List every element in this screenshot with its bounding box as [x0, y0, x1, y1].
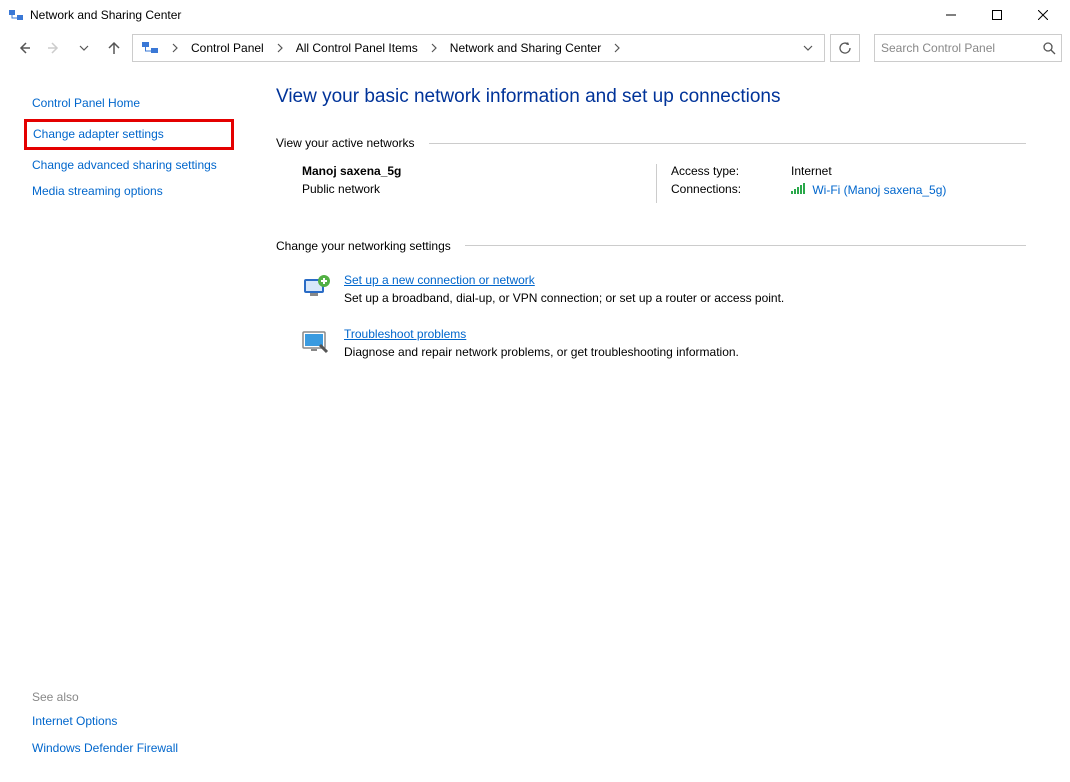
up-button[interactable]	[102, 36, 126, 60]
recent-locations-button[interactable]	[72, 36, 96, 60]
section-label: Change your networking settings	[276, 239, 451, 253]
setup-connection-link[interactable]: Set up a new connection or network	[344, 273, 784, 287]
app-icon	[8, 7, 24, 23]
see-also-internet-options[interactable]: Internet Options	[32, 708, 226, 735]
change-settings-header: Change your networking settings	[276, 239, 1026, 253]
divider	[465, 245, 1026, 246]
see-also-windows-defender-firewall[interactable]: Windows Defender Firewall	[32, 735, 226, 762]
sidebar-change-adapter-settings[interactable]: Change adapter settings	[33, 126, 225, 143]
active-networks-header: View your active networks	[276, 136, 1026, 150]
active-networks-panel: Manoj saxena_5g Public network Access ty…	[276, 164, 1026, 203]
page-title: View your basic network information and …	[276, 86, 1026, 108]
sidebar: Control Panel Home Change adapter settin…	[0, 66, 246, 782]
back-button[interactable]	[12, 36, 36, 60]
breadcrumb-network-sharing[interactable]: Network and Sharing Center	[446, 39, 605, 57]
see-also-label: See also	[32, 684, 226, 708]
arrow-left-icon	[16, 40, 32, 56]
refresh-icon	[838, 41, 852, 55]
main-content: View your basic network information and …	[246, 66, 1070, 782]
maximize-icon	[992, 10, 1002, 20]
arrow-right-icon	[46, 40, 62, 56]
address-icon	[141, 39, 159, 57]
setup-connection-item: Set up a new connection or network Set u…	[276, 267, 1026, 321]
arrow-up-icon	[106, 40, 122, 56]
divider	[656, 164, 657, 203]
close-button[interactable]	[1020, 0, 1066, 30]
search-box[interactable]	[874, 34, 1062, 62]
divider	[429, 143, 1026, 144]
sidebar-control-panel-home[interactable]: Control Panel Home	[32, 90, 226, 117]
connections-label: Connections:	[671, 182, 763, 199]
address-dropdown-button[interactable]	[796, 43, 820, 53]
chevron-down-icon	[79, 43, 89, 53]
search-input[interactable]	[881, 41, 1036, 55]
troubleshoot-link[interactable]: Troubleshoot problems	[344, 327, 739, 341]
highlight-box: Change adapter settings	[24, 119, 234, 150]
forward-button[interactable]	[42, 36, 66, 60]
breadcrumb-all-items[interactable]: All Control Panel Items	[292, 39, 422, 57]
maximize-button[interactable]	[974, 0, 1020, 30]
close-icon	[1038, 10, 1048, 20]
connection-link[interactable]: Wi-Fi (Manoj saxena_5g)	[812, 178, 946, 202]
minimize-button[interactable]	[928, 0, 974, 30]
chevron-right-icon[interactable]	[272, 43, 288, 53]
minimize-icon	[946, 10, 956, 20]
troubleshoot-icon	[300, 327, 332, 359]
window-title: Network and Sharing Center	[30, 8, 181, 22]
troubleshoot-desc: Diagnose and repair network problems, or…	[344, 345, 739, 359]
chevron-right-icon[interactable]	[167, 43, 183, 53]
sidebar-change-advanced-sharing[interactable]: Change advanced sharing settings	[32, 152, 226, 179]
address-bar[interactable]: Control Panel All Control Panel Items Ne…	[132, 34, 825, 62]
chevron-right-icon[interactable]	[609, 43, 625, 53]
breadcrumb-control-panel[interactable]: Control Panel	[187, 39, 268, 57]
nav-bar: Control Panel All Control Panel Items Ne…	[0, 30, 1070, 66]
refresh-button[interactable]	[830, 34, 860, 62]
access-type-label: Access type:	[671, 164, 763, 178]
setup-connection-desc: Set up a broadband, dial-up, or VPN conn…	[344, 291, 784, 305]
network-name: Manoj saxena_5g	[302, 164, 642, 178]
troubleshoot-item: Troubleshoot problems Diagnose and repai…	[276, 321, 1026, 375]
section-label: View your active networks	[276, 136, 415, 150]
wifi-signal-icon	[791, 182, 805, 194]
sidebar-media-streaming-options[interactable]: Media streaming options	[32, 178, 226, 205]
access-type-value: Internet	[791, 164, 832, 178]
setup-connection-icon	[300, 273, 332, 305]
chevron-right-icon[interactable]	[426, 43, 442, 53]
network-type: Public network	[302, 182, 642, 196]
search-icon[interactable]	[1042, 41, 1056, 55]
title-bar: Network and Sharing Center	[0, 0, 1070, 30]
chevron-down-icon	[803, 43, 813, 53]
